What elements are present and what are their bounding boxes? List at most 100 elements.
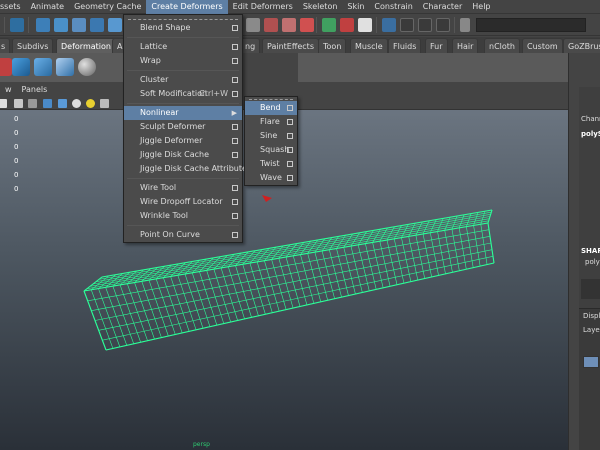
snap-point-icon[interactable] (246, 18, 260, 32)
menu-skin[interactable]: Skin (342, 0, 369, 14)
nurbs-plane-icon[interactable] (56, 58, 74, 76)
menu-help[interactable]: Help (467, 0, 495, 14)
tab-muscle[interactable]: Muscle (350, 38, 388, 53)
option-box-icon[interactable] (232, 199, 238, 205)
menu-item-label: Cluster (140, 75, 169, 84)
tearoff-handle[interactable] (249, 97, 293, 100)
menu-character[interactable]: Character (418, 0, 468, 14)
tab-polygons[interactable]: s (0, 38, 11, 53)
polygon-cube-icon[interactable] (34, 58, 52, 76)
option-box-icon[interactable] (287, 105, 293, 111)
shape-node-item[interactable]: poly (585, 258, 600, 266)
menu-item-jiggle-disk-cache-attributes[interactable]: Jiggle Disk Cache Attributes (124, 162, 251, 176)
option-box-icon[interactable] (232, 77, 238, 83)
history-icon[interactable] (282, 18, 296, 32)
tab-rendering[interactable]: ng (240, 38, 261, 53)
tab-fluids[interactable]: Fluids (388, 38, 422, 53)
menu-item-soft-modification[interactable]: Soft Modification Ctrl+W (124, 87, 242, 101)
tab-fur[interactable]: Fur (425, 38, 448, 53)
hypershade-icon[interactable] (358, 18, 372, 32)
channel-box-toggle-icon[interactable] (418, 18, 432, 32)
menu-item-label: Wrap (140, 56, 161, 65)
option-box-icon[interactable] (232, 58, 238, 64)
menu-item-jiggle-deformer[interactable]: Jiggle Deformer (124, 134, 242, 148)
menu-item-wrinkle-tool[interactable]: Wrinkle Tool (124, 209, 242, 223)
menu-item-label: Wave (260, 173, 282, 182)
tab-gozbrush[interactable]: GoZBrush (563, 38, 600, 53)
option-box-icon[interactable] (232, 232, 238, 238)
menu-item-label: Lattice (140, 42, 168, 51)
render-icon[interactable] (300, 18, 314, 32)
tool-settings-toggle-icon[interactable] (436, 18, 450, 32)
menu-item-bend[interactable]: Bend (245, 101, 297, 115)
quick-selection-field[interactable] (476, 18, 586, 32)
option-box-icon[interactable] (232, 152, 238, 158)
tearoff-handle[interactable] (128, 15, 238, 20)
menu-item-sine[interactable]: Sine (245, 129, 297, 143)
snap-view-icon[interactable] (264, 18, 278, 32)
menu-assets[interactable]: ssets (0, 0, 26, 14)
menu-item-wire-tool[interactable]: Wire Tool (124, 181, 242, 195)
option-box-icon[interactable] (232, 213, 238, 219)
menu-item-blend-shape[interactable]: Blend Shape (124, 21, 242, 35)
menu-item-lattice[interactable]: Lattice (124, 40, 242, 54)
lattice-icon[interactable] (12, 58, 30, 76)
channels-label[interactable]: Chann (581, 115, 600, 123)
menu-animate[interactable]: Animate (26, 0, 70, 14)
toolbar-separator (316, 17, 317, 33)
tab-painteffects[interactable]: PaintEffects (262, 38, 319, 53)
object-name[interactable]: polyS (581, 130, 600, 138)
snap-grid-icon[interactable] (90, 18, 104, 32)
menu-item-point-on-curve[interactable]: Point On Curve (124, 228, 242, 242)
option-box-icon[interactable] (287, 119, 293, 125)
select-mode-icon[interactable] (10, 18, 24, 32)
tab-toon[interactable]: Toon (318, 38, 347, 53)
tab-display[interactable]: Displ (583, 312, 600, 320)
polygon-sphere-icon[interactable] (78, 58, 96, 76)
option-box-icon[interactable] (232, 91, 238, 97)
option-box-icon[interactable] (232, 138, 238, 144)
layer-swatch[interactable] (583, 356, 599, 368)
menu-item-jiggle-disk-cache[interactable]: Jiggle Disk Cache (124, 148, 242, 162)
command-line-icon[interactable] (460, 18, 470, 32)
menu-item-wire-dropoff-locator[interactable]: Wire Dropoff Locator (124, 195, 242, 209)
option-box-icon[interactable] (287, 161, 293, 167)
option-box-icon[interactable] (232, 124, 238, 130)
option-box-icon[interactable] (287, 147, 293, 153)
menu-item-label: Sine (260, 131, 278, 140)
menu-edit-deformers[interactable]: Edit Deformers (228, 0, 298, 14)
option-box-icon[interactable] (232, 25, 238, 31)
tab-custom[interactable]: Custom (522, 38, 563, 53)
menu-create-deformers[interactable]: Create Deformers (146, 0, 228, 14)
tab-subdivs[interactable]: Subdivs (12, 38, 54, 53)
menu-item-sculpt-deformer[interactable]: Sculpt Deformer (124, 120, 242, 134)
menu-geometry-cache[interactable]: Geometry Cache (69, 0, 146, 14)
menu-constrain[interactable]: Constrain (369, 0, 417, 14)
menu-item-nonlinear[interactable]: Nonlinear ▶ (124, 106, 242, 120)
option-box-icon[interactable] (287, 175, 293, 181)
tab-ncloth[interactable]: nCloth (484, 38, 520, 53)
layers-menu[interactable]: Laye (583, 326, 600, 334)
menu-item-cluster[interactable]: Cluster (124, 73, 242, 87)
tab-deformation[interactable]: Deformation (56, 38, 116, 53)
menu-item-wrap[interactable]: Wrap (124, 54, 242, 68)
input-line-icon[interactable] (382, 18, 396, 32)
option-box-icon[interactable] (232, 44, 238, 50)
menu-item-wave[interactable]: Wave (245, 171, 297, 185)
deformer-icon[interactable] (0, 58, 12, 76)
tab-hair[interactable]: Hair (452, 38, 479, 53)
option-box-icon[interactable] (287, 133, 293, 139)
ipr-render-icon[interactable] (322, 18, 336, 32)
menu-item-twist[interactable]: Twist (245, 157, 297, 171)
rotate-tool-icon[interactable] (54, 18, 68, 32)
scale-tool-icon[interactable] (72, 18, 86, 32)
option-box-icon[interactable] (232, 185, 238, 191)
menu-item-flare[interactable]: Flare (245, 115, 297, 129)
snap-curve-icon[interactable] (108, 18, 122, 32)
menu-item-squash[interactable]: Squash (245, 143, 297, 157)
sidebar-toggle-icon[interactable] (400, 18, 414, 32)
menu-skeleton[interactable]: Skeleton (298, 0, 343, 14)
menu-item-label: Jiggle Disk Cache Attributes (140, 164, 252, 173)
render-settings-icon[interactable] (340, 18, 354, 32)
move-tool-icon[interactable] (36, 18, 50, 32)
